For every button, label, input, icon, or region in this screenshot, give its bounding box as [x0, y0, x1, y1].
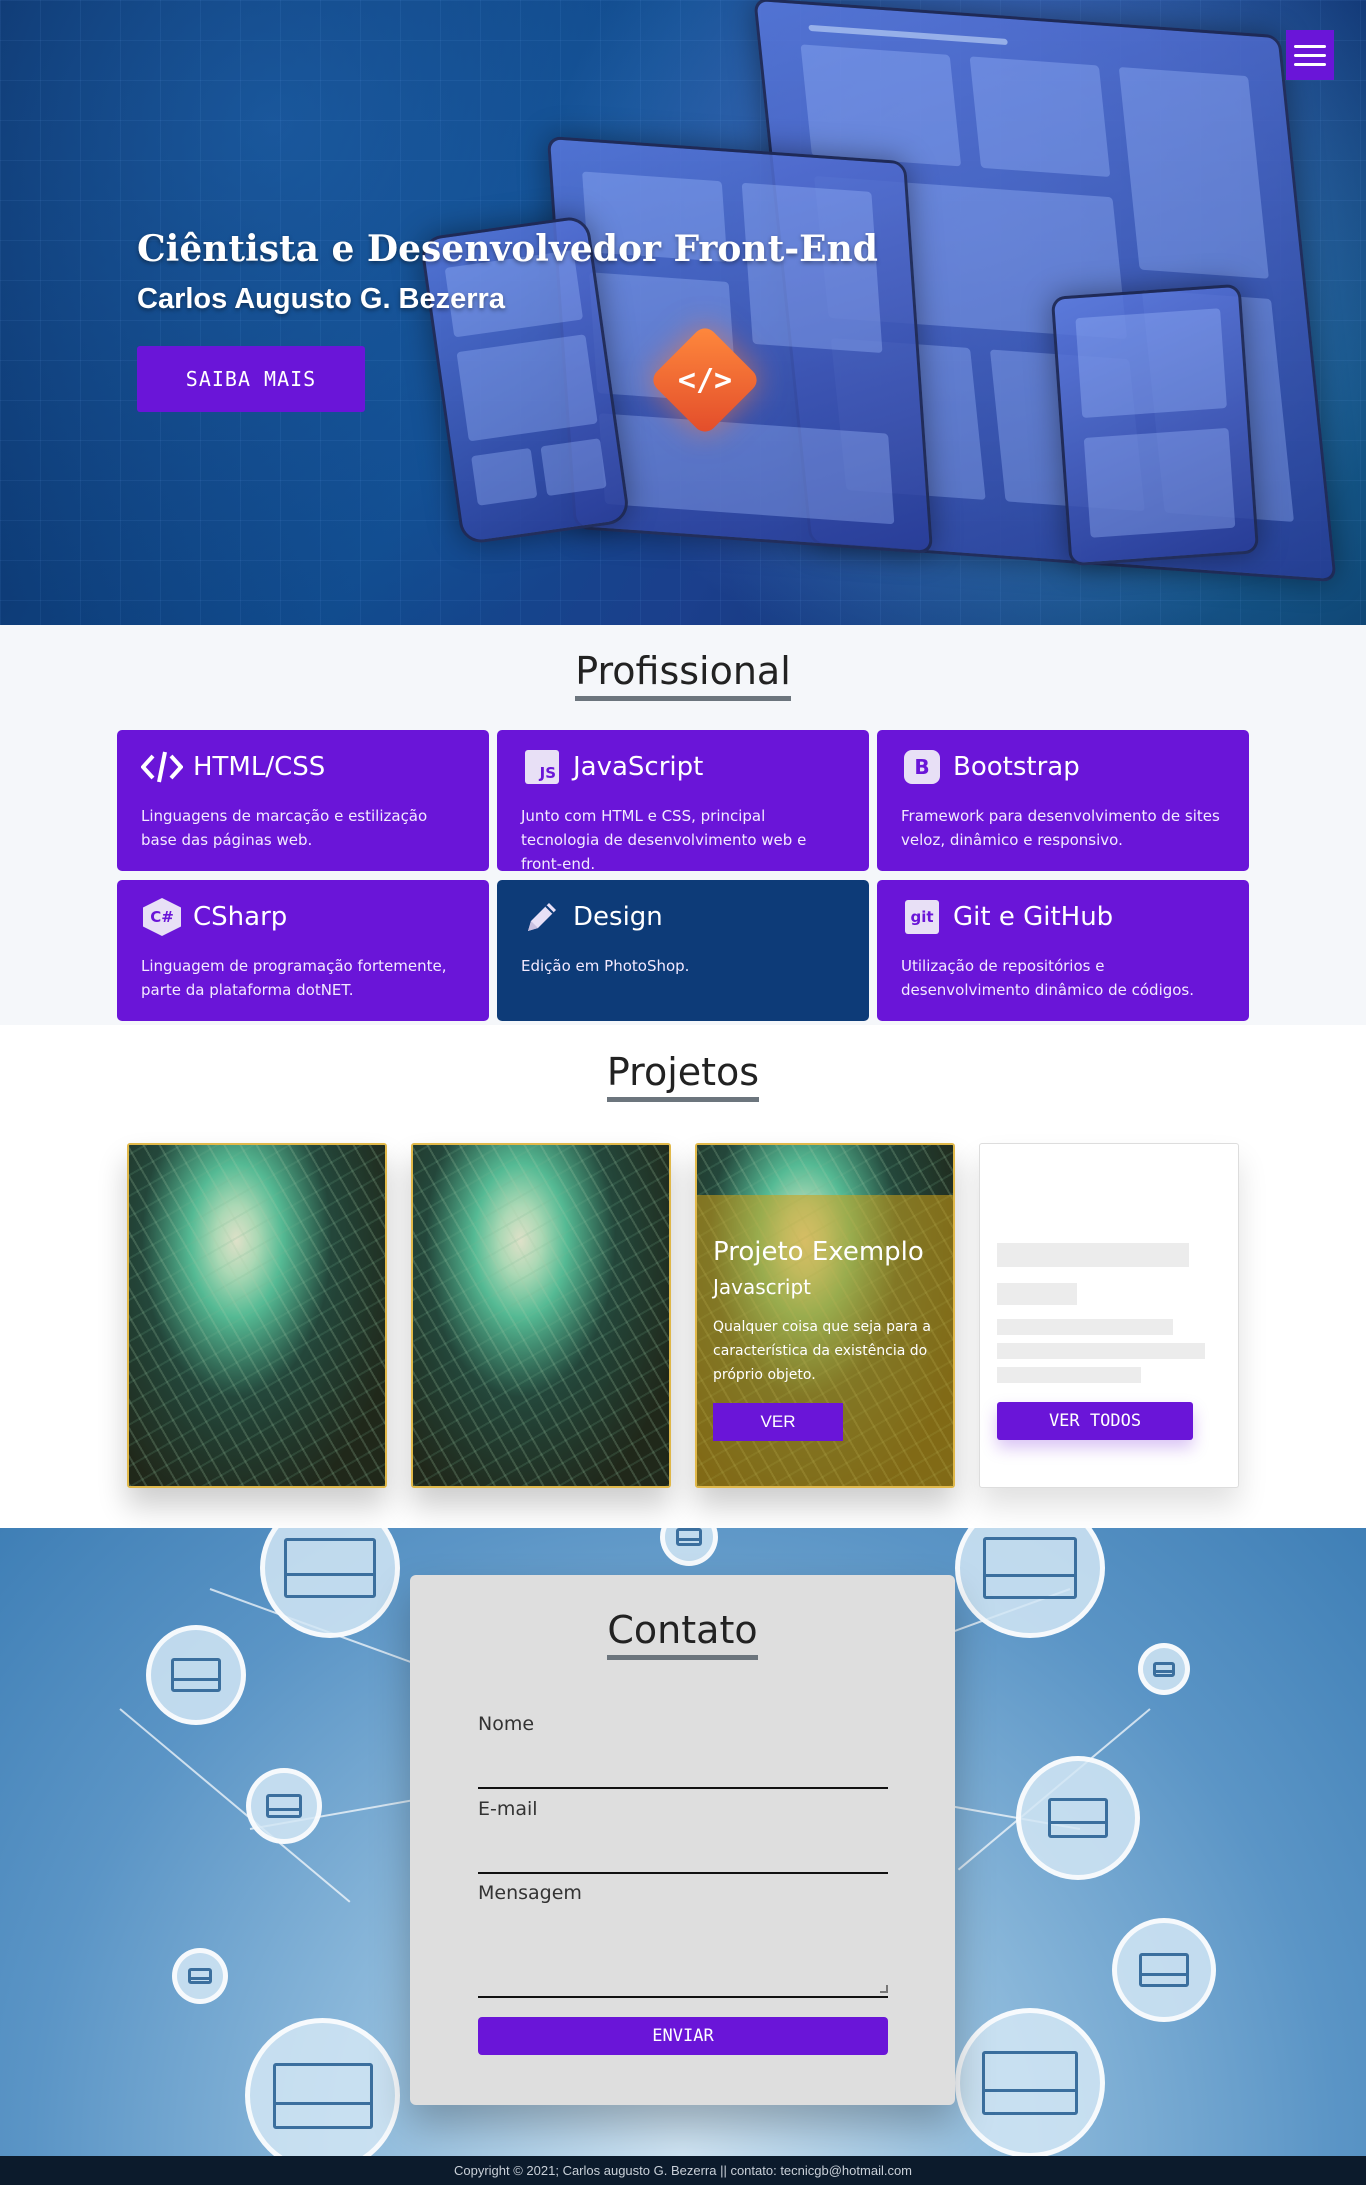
- mensagem-textarea[interactable]: [478, 1996, 888, 1998]
- envelope-icon: [1112, 1918, 1216, 2022]
- nome-label: Nome: [478, 1713, 535, 1735]
- envelope-icon: [246, 1768, 322, 1844]
- envelope-icon: [146, 1625, 246, 1725]
- profissional-title-wrap: Profissional: [0, 649, 1366, 701]
- envelope-icon: [1016, 1756, 1140, 1880]
- hamburger-menu-icon[interactable]: [1286, 30, 1334, 80]
- placeholder-bar: [997, 1283, 1077, 1305]
- ver-todos-card: VER TODOS: [979, 1143, 1239, 1488]
- project-title: Projeto Exemplo: [713, 1237, 924, 1267]
- js-icon: JS: [521, 748, 563, 786]
- contato-title: Contato: [607, 1608, 758, 1660]
- bootstrap-icon: B: [901, 748, 943, 786]
- skill-card-csharp[interactable]: C# CSharp Linguagem de programação forte…: [117, 880, 489, 1021]
- skill-card-bootstrap[interactable]: B Bootstrap Framework para desenvolvimen…: [877, 730, 1249, 871]
- project-image: [129, 1145, 385, 1486]
- resize-handle-icon[interactable]: [880, 1985, 888, 1993]
- project-card-featured[interactable]: Projeto Exemplo Javascript Qualquer cois…: [695, 1143, 955, 1488]
- code-badge-icon: </>: [648, 323, 762, 437]
- envelope-icon: [260, 1528, 400, 1638]
- skill-description: Linguagem de programação fortemente, par…: [141, 957, 447, 999]
- ver-button[interactable]: VER: [713, 1403, 843, 1441]
- envelope-icon: [1138, 1643, 1190, 1695]
- project-card[interactable]: [411, 1143, 671, 1488]
- envelope-icon: [172, 1948, 228, 2004]
- contato-form: Contato Nome E-mail Mensagem ENVIAR: [410, 1575, 955, 2105]
- skill-title: Bootstrap: [953, 752, 1080, 782]
- skill-title: Design: [573, 902, 663, 932]
- pencil-icon: [521, 898, 563, 936]
- enviar-button[interactable]: ENVIAR: [478, 2017, 888, 2055]
- project-description: Qualquer coisa que seja para a caracterí…: [713, 1319, 931, 1383]
- skill-description: Linguagens de marcação e estilização bas…: [141, 807, 428, 849]
- footer: Copyright © 2021; Carlos augusto G. Beze…: [0, 2156, 1366, 2185]
- mensagem-label: Mensagem: [478, 1882, 582, 1904]
- placeholder-bar: [997, 1243, 1189, 1267]
- footer-copyright: Copyright © 2021; Carlos augusto G. Beze…: [453, 2163, 913, 2178]
- hero-illustration-panel: [1050, 283, 1260, 567]
- git-icon: git: [901, 898, 943, 936]
- skill-title: JavaScript: [573, 752, 704, 782]
- skill-description: Utilização de repositórios e desenvolvim…: [901, 957, 1195, 999]
- projetos-title: Projetos: [606, 1050, 760, 1102]
- project-image: [413, 1145, 669, 1486]
- nome-input[interactable]: [478, 1787, 888, 1789]
- hero-banner: </> Ciêntista e Desenvolvedor Front-End …: [0, 0, 1366, 625]
- skills-grid: HTML/CSS Linguagens de marcação e estili…: [117, 730, 1249, 1021]
- skill-card-html-css[interactable]: HTML/CSS Linguagens de marcação e estili…: [117, 730, 489, 871]
- project-card[interactable]: [127, 1143, 387, 1488]
- skill-title: HTML/CSS: [193, 752, 326, 782]
- email-label: E-mail: [478, 1798, 538, 1820]
- skill-card-design[interactable]: Design Edição em PhotoShop.: [497, 880, 869, 1021]
- profissional-title: Profissional: [575, 649, 791, 701]
- hero-subtitle: Carlos Augusto G. Bezerra: [137, 283, 505, 315]
- skill-card-git[interactable]: git Git e GitHub Utilização de repositór…: [877, 880, 1249, 1021]
- placeholder-bar: [997, 1319, 1173, 1335]
- project-subtitle: Javascript: [713, 1275, 811, 1299]
- skill-title: CSharp: [193, 902, 288, 932]
- skill-title: Git e GitHub: [953, 902, 1114, 932]
- placeholder-bar: [997, 1343, 1205, 1359]
- skill-description: Framework para desenvolvimento de sites …: [901, 807, 1220, 849]
- placeholder-bar: [997, 1367, 1141, 1383]
- ver-todos-button[interactable]: VER TODOS: [997, 1402, 1193, 1440]
- skill-description: Junto com HTML e CSS, principal tecnolog…: [521, 807, 807, 873]
- hero-title: Ciêntista e Desenvolvedor Front-End: [137, 228, 878, 270]
- projetos-title-wrap: Projetos: [0, 1050, 1366, 1102]
- csharp-icon: C#: [141, 898, 183, 936]
- skill-description: Edição em PhotoShop.: [521, 957, 690, 975]
- email-input[interactable]: [478, 1872, 888, 1874]
- envelope-icon: [660, 1528, 718, 1566]
- code-icon: [141, 748, 183, 786]
- envelope-icon: [955, 2008, 1105, 2156]
- skill-card-javascript[interactable]: JS JavaScript Junto com HTML e CSS, prin…: [497, 730, 869, 873]
- saiba-mais-button[interactable]: SAIBA MAIS: [137, 346, 365, 412]
- contato-title-wrap: Contato: [410, 1608, 955, 1660]
- envelope-icon: [245, 2018, 400, 2156]
